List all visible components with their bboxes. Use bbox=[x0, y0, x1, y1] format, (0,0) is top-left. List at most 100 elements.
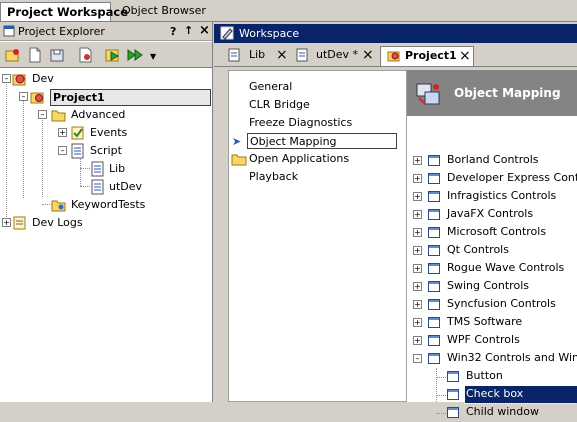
collapse-toggle[interactable]: – bbox=[413, 354, 422, 363]
tree-item-keywordtests[interactable]: KeywordTests bbox=[71, 197, 145, 212]
checkbox[interactable] bbox=[428, 227, 440, 238]
object-mapping-group[interactable]: + WPF Controls bbox=[407, 332, 577, 350]
group-label: TMS Software bbox=[447, 315, 523, 328]
category-playback[interactable]: Playback bbox=[249, 169, 298, 185]
expand-toggle[interactable]: + bbox=[413, 156, 422, 165]
object-mapping-group[interactable]: + Microsoft Controls bbox=[407, 224, 577, 242]
child-label: Check box bbox=[464, 385, 577, 404]
category-general[interactable]: General bbox=[249, 79, 292, 95]
checkbox[interactable] bbox=[428, 335, 440, 346]
checkbox[interactable] bbox=[428, 173, 440, 184]
checkbox[interactable] bbox=[428, 317, 440, 328]
tree-item-utdev[interactable]: utDev bbox=[109, 179, 142, 194]
unit-file-icon bbox=[228, 48, 240, 68]
close-tab-icon[interactable]: × bbox=[362, 46, 374, 64]
properties-icon[interactable] bbox=[77, 47, 92, 63]
checkbox[interactable] bbox=[428, 353, 440, 364]
expand-toggle[interactable]: + bbox=[58, 128, 67, 137]
expand-toggle[interactable]: + bbox=[413, 246, 422, 255]
tree-item-dev[interactable]: Dev bbox=[32, 71, 54, 86]
object-mapping-child[interactable]: Child window bbox=[407, 404, 577, 422]
script-icon bbox=[70, 143, 84, 159]
collapse-toggle[interactable]: – bbox=[58, 146, 67, 155]
expand-toggle[interactable]: + bbox=[413, 192, 422, 201]
child-label: Child window bbox=[466, 405, 539, 418]
close-explorer-button[interactable]: × bbox=[199, 23, 210, 38]
object-mapping-group[interactable]: + JavaFX Controls bbox=[407, 206, 577, 224]
checkbox[interactable] bbox=[428, 209, 440, 220]
checkbox[interactable] bbox=[428, 155, 440, 166]
arrow-right-icon: ➤ bbox=[232, 135, 242, 148]
tree-item-dev-logs[interactable]: Dev Logs bbox=[32, 215, 83, 230]
unit-file-icon bbox=[90, 179, 104, 195]
expand-toggle[interactable]: + bbox=[413, 174, 422, 183]
category-object-mapping[interactable]: Object Mapping bbox=[247, 133, 397, 149]
checkbox[interactable] bbox=[447, 407, 459, 418]
workspace-icon bbox=[220, 26, 234, 43]
tab-project-workspace[interactable]: Project Workspace bbox=[0, 2, 128, 21]
object-mapping-pane: Object Mapping + Borland Controls + Develop… bbox=[406, 70, 577, 418]
checkbox[interactable] bbox=[428, 245, 440, 256]
checkbox[interactable] bbox=[447, 389, 459, 400]
object-mapping-group[interactable]: + Qt Controls bbox=[407, 242, 577, 260]
run-icon[interactable] bbox=[105, 47, 120, 62]
logs-icon bbox=[12, 215, 26, 230]
object-mapping-group[interactable]: + Developer Express Cont... bbox=[407, 170, 577, 188]
tree-item-lib[interactable]: Lib bbox=[109, 161, 125, 176]
tab-project1[interactable]: Project1 × bbox=[380, 46, 474, 66]
category-clr-bridge[interactable]: CLR Bridge bbox=[249, 97, 310, 113]
expand-toggle[interactable]: + bbox=[413, 336, 422, 345]
tab-object-browser[interactable]: Object Browser bbox=[116, 2, 212, 21]
expand-toggle[interactable]: + bbox=[413, 282, 422, 291]
tree-item-advanced[interactable]: Advanced bbox=[71, 107, 125, 122]
checkbox[interactable] bbox=[428, 299, 440, 310]
add-item-icon[interactable] bbox=[5, 47, 19, 62]
expand-toggle[interactable]: + bbox=[413, 318, 422, 327]
category-open-applications[interactable]: Open Applications bbox=[249, 151, 349, 167]
chevron-down-icon[interactable]: ▼ bbox=[150, 52, 156, 61]
close-tab-icon[interactable]: × bbox=[459, 47, 471, 65]
object-mapping-group[interactable]: + Syncfusion Controls bbox=[407, 296, 577, 314]
workspace-tab-strip: Lib × utDev * × Project1 × bbox=[214, 44, 577, 67]
object-mapping-group[interactable]: – Win32 Controls and Win... bbox=[407, 350, 577, 368]
expand-toggle[interactable]: + bbox=[413, 264, 422, 273]
expand-toggle[interactable]: + bbox=[413, 228, 422, 237]
tree-item-events[interactable]: Events bbox=[90, 125, 127, 140]
object-mapping-child[interactable]: Button bbox=[407, 368, 577, 386]
expand-toggle[interactable]: + bbox=[2, 218, 11, 227]
tree-item-script[interactable]: Script bbox=[90, 143, 122, 158]
expand-toggle[interactable]: + bbox=[413, 210, 422, 219]
tab-utdev[interactable]: utDev * × bbox=[294, 46, 378, 66]
checkbox[interactable] bbox=[428, 263, 440, 274]
help-button[interactable]: ? bbox=[170, 25, 176, 38]
project-icon bbox=[387, 49, 401, 69]
checkbox[interactable] bbox=[447, 371, 459, 382]
object-mapping-group[interactable]: + Borland Controls bbox=[407, 152, 577, 170]
object-mapping-child[interactable]: Check box bbox=[407, 385, 577, 404]
explorer-toolbar: ▼ bbox=[0, 42, 212, 68]
object-mapping-group[interactable]: + TMS Software bbox=[407, 314, 577, 332]
run-all-icon[interactable] bbox=[127, 47, 143, 61]
tree-item-project1[interactable]: Project1 bbox=[50, 89, 211, 106]
object-mapping-group[interactable]: + Infragistics Controls bbox=[407, 188, 577, 206]
group-label: Infragistics Controls bbox=[447, 189, 557, 202]
group-label: Win32 Controls and Win... bbox=[447, 351, 577, 364]
close-tab-icon[interactable]: × bbox=[276, 46, 288, 64]
object-mapping-group[interactable]: + Rogue Wave Controls bbox=[407, 260, 577, 278]
object-mapping-group[interactable]: + Swing Controls bbox=[407, 278, 577, 296]
group-label: Borland Controls bbox=[447, 153, 539, 166]
collapse-toggle[interactable]: – bbox=[2, 74, 11, 83]
pin-button[interactable]: ↑ bbox=[184, 24, 193, 37]
collapse-toggle[interactable]: – bbox=[19, 92, 28, 101]
save-icon[interactable] bbox=[49, 47, 64, 62]
new-file-icon[interactable] bbox=[27, 47, 41, 63]
checkbox[interactable] bbox=[428, 191, 440, 202]
collapse-toggle[interactable]: – bbox=[38, 110, 47, 119]
group-label: JavaFX Controls bbox=[447, 207, 534, 220]
group-label: Qt Controls bbox=[447, 243, 509, 256]
workspace-title: Workspace bbox=[239, 27, 300, 40]
checkbox[interactable] bbox=[428, 281, 440, 292]
category-freeze-diagnostics[interactable]: Freeze Diagnostics bbox=[249, 115, 352, 131]
tab-lib[interactable]: Lib × bbox=[218, 46, 290, 66]
expand-toggle[interactable]: + bbox=[413, 300, 422, 309]
